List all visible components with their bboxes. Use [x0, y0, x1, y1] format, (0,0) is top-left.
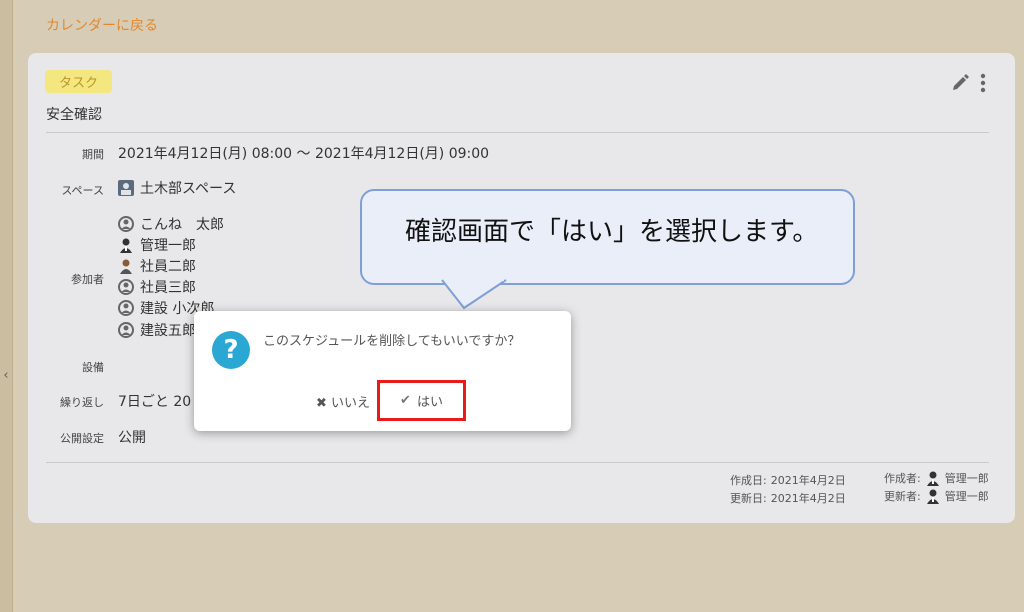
- event-type-tag: タスク: [45, 70, 113, 93]
- participant-item: 社員二郎: [118, 256, 196, 276]
- header-divider: [46, 132, 989, 133]
- back-to-calendar-link[interactable]: カレンダーに戻る: [46, 15, 158, 35]
- period-label: 期間: [82, 148, 104, 161]
- period-value: 2021年4月12日(月) 08:00 ～ 2021年4月12日(月) 09:0…: [118, 146, 490, 162]
- footer-divider: [46, 462, 989, 463]
- updater-meta: 更新者: 管理一郎: [884, 489, 989, 504]
- participant-item: 社員三郎: [118, 277, 196, 297]
- avatar-icon: [926, 489, 939, 504]
- yes-button[interactable]: ✔ はい: [377, 380, 466, 421]
- space-icon: [118, 180, 134, 196]
- avatar-icon: [926, 471, 939, 486]
- created-meta: 作成日: 2021年4月2日: [730, 474, 846, 487]
- updated-meta: 更新日: 2021年4月2日: [730, 492, 846, 505]
- more-vertical-icon[interactable]: [978, 72, 988, 94]
- event-title: 安全確認: [46, 107, 102, 123]
- visibility-value: 公開: [118, 430, 146, 446]
- no-button[interactable]: ✖ いいえ: [316, 392, 370, 411]
- participant-item: 建設五郎: [118, 320, 196, 340]
- chevron-left-icon[interactable]: ‹: [1, 366, 11, 386]
- participants-label: 参加者: [71, 273, 104, 286]
- facility-label: 設備: [82, 361, 104, 374]
- user-icon: [118, 279, 134, 295]
- avatar-icon: [120, 238, 132, 253]
- question-icon: ?: [212, 331, 250, 369]
- participant-item: こんね 太郎: [118, 214, 224, 234]
- visibility-label: 公開設定: [60, 432, 104, 445]
- pencil-icon[interactable]: [950, 73, 970, 93]
- avatar-icon: [120, 259, 132, 274]
- callout-text: 確認画面で「はい」を選択します。: [405, 217, 819, 247]
- space-label: スペース: [61, 184, 104, 197]
- left-rail: [0, 0, 13, 612]
- space-row: 土木部スペース: [118, 178, 236, 198]
- user-icon: [118, 216, 134, 232]
- user-icon: [118, 300, 134, 316]
- dialog-message: このスケジュールを削除してもいいですか？: [263, 334, 521, 349]
- x-icon: ✖: [316, 396, 327, 411]
- check-icon: ✔: [400, 393, 411, 408]
- space-value[interactable]: 土木部スペース: [140, 178, 236, 198]
- callout-tail: [441, 278, 507, 310]
- creator-meta: 作成者: 管理一郎: [884, 471, 989, 486]
- repeat-value: 7日ごと 20: [118, 394, 192, 410]
- participant-item: 管理一郎: [118, 235, 196, 255]
- user-icon: [118, 322, 134, 338]
- repeat-label: 繰り返し: [60, 396, 104, 409]
